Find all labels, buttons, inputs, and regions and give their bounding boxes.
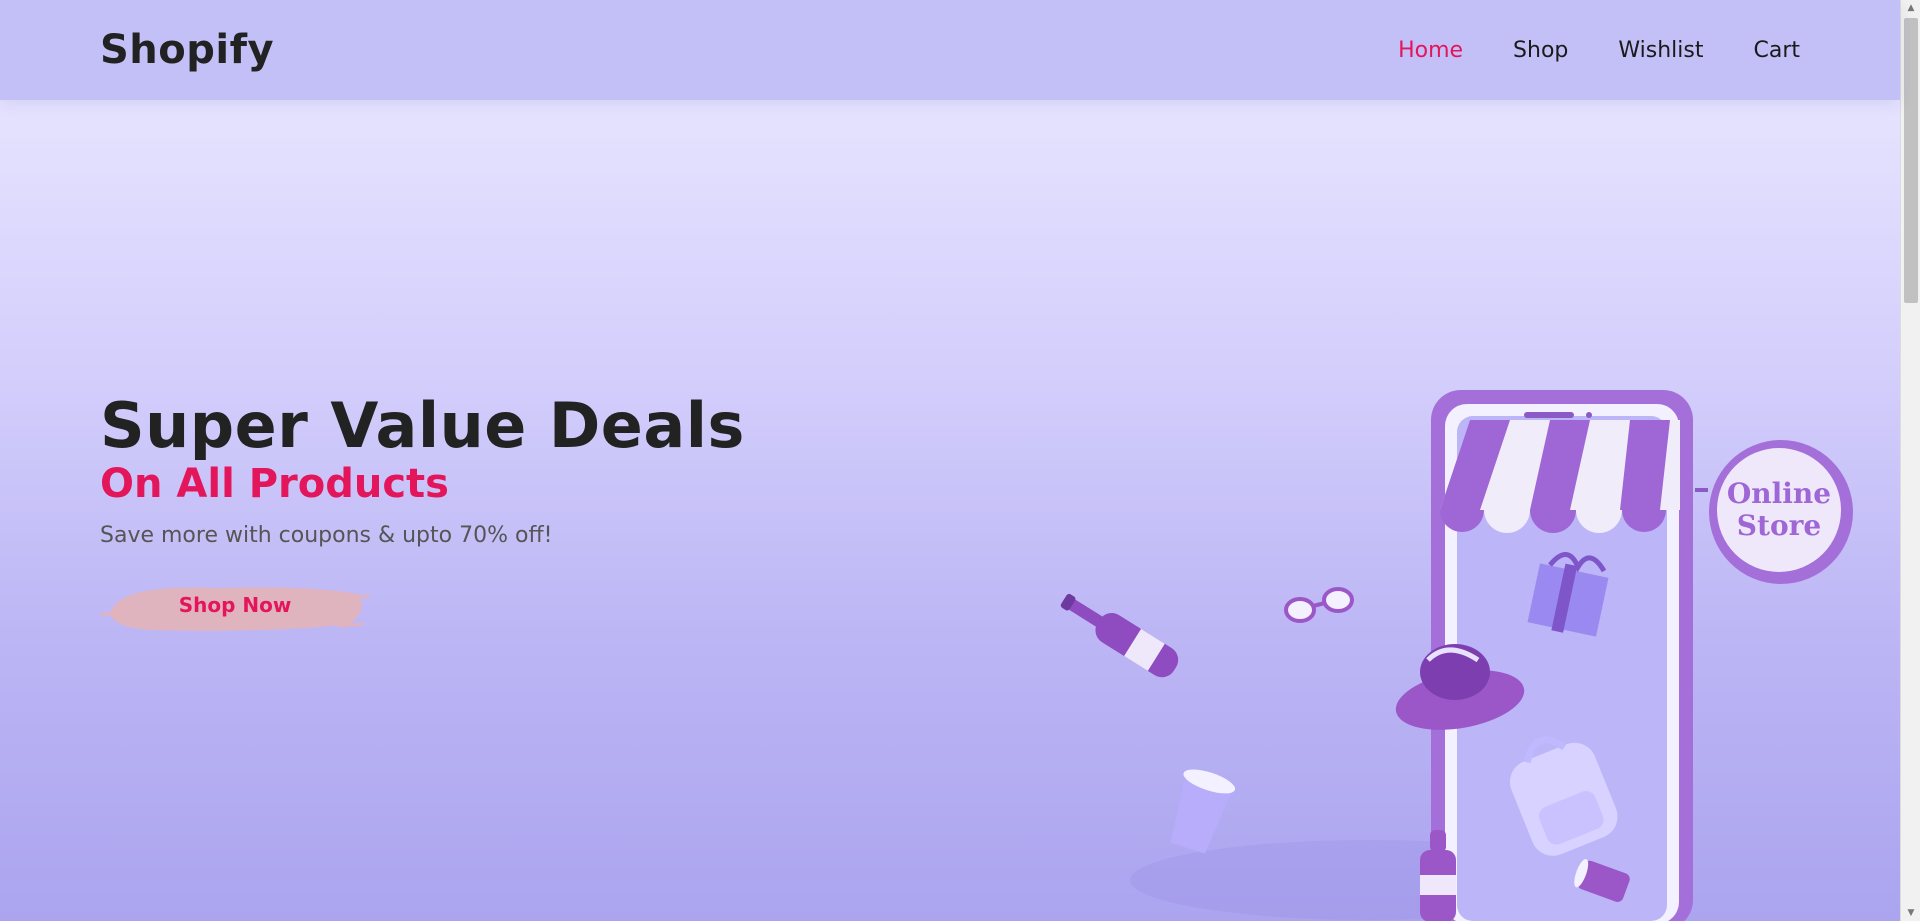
hero-text: Super Value Deals On All Products Save m… — [100, 390, 745, 638]
online-store-illustration: Online Store — [1060, 390, 1853, 921]
shop-now-button[interactable]: Shop Now — [100, 572, 370, 638]
sign-line1: Online — [1727, 477, 1831, 510]
cup-icon — [1170, 769, 1236, 854]
nav-item-shop: Shop — [1513, 38, 1568, 63]
sign-line2: Store — [1737, 509, 1821, 542]
scroll-up-arrow-icon[interactable]: ▲ — [1901, 0, 1920, 16]
hero-subtitle: On All Products — [100, 461, 449, 508]
shop-now-label: Shop Now — [178, 593, 292, 618]
awning-icon — [1440, 420, 1680, 533]
scrollbar-thumb[interactable] — [1904, 18, 1918, 303]
nav-link-shop[interactable]: Shop — [1513, 38, 1568, 63]
online-store-sign-icon: Online Store — [1695, 440, 1853, 584]
nav-item-cart: Cart — [1753, 38, 1800, 63]
site-logo[interactable]: Shopify — [100, 27, 274, 73]
nav-item-home: Home — [1398, 38, 1463, 63]
nav-item-wishlist: Wishlist — [1618, 38, 1703, 63]
hero-title: Super Value Deals — [100, 389, 745, 462]
hero-description: Save more with coupons & upto 70% off! — [100, 523, 553, 549]
main-nav: Home Shop Wishlist Cart — [1398, 38, 1800, 63]
site-header: Shopify Home Shop Wishlist Cart — [0, 0, 1900, 100]
page-scrollbar[interactable]: ▲ ▼ — [1900, 0, 1920, 921]
scroll-down-arrow-icon[interactable]: ▼ — [1901, 905, 1920, 921]
sunglasses-icon — [1284, 587, 1354, 623]
hero-section: Super Value Deals On All Products Save m… — [0, 100, 1900, 921]
nav-link-cart[interactable]: Cart — [1753, 38, 1800, 63]
nav-link-home[interactable]: Home — [1398, 38, 1463, 63]
nav-link-wishlist[interactable]: Wishlist — [1618, 38, 1703, 63]
wine-bottle-icon — [1060, 593, 1179, 678]
